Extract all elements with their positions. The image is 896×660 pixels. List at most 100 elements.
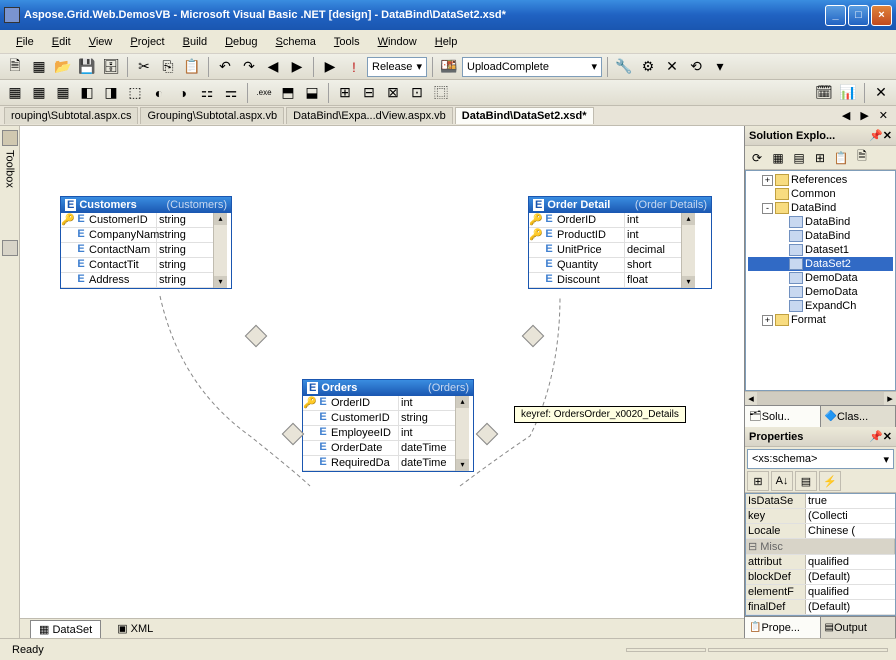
new-project-button[interactable]: 🗎 <box>4 56 26 78</box>
schema-btn-1[interactable]: ▦ <box>4 82 26 104</box>
designer-tab-xml[interactable]: ▣ XML <box>109 620 161 637</box>
schema-btn-16[interactable]: ⊡ <box>406 82 428 104</box>
field-row[interactable]: EOrderDatedateTime <box>303 441 455 456</box>
entity-customers-scrollbar[interactable]: ▴▾ <box>213 213 227 288</box>
tab-next-button[interactable]: ▶ <box>856 109 872 122</box>
prop-alpha-button[interactable]: A↓ <box>771 471 793 491</box>
menu-edit[interactable]: Edit <box>44 34 79 50</box>
menu-file[interactable]: File <box>8 34 42 50</box>
schema-btn-5[interactable]: ◨ <box>100 82 122 104</box>
schema-btn-7[interactable]: ◐ <box>148 82 170 104</box>
solution-tab-class[interactable]: 🔷 Clas... <box>821 406 896 427</box>
schema-btn-17[interactable]: ⿴ <box>430 82 452 104</box>
entity-customers-header[interactable]: E Customers (Customers) <box>61 197 231 213</box>
schema-btn-8[interactable]: ◑ <box>172 82 194 104</box>
start-button[interactable]: ▶ <box>319 56 341 78</box>
relation-diamond-2[interactable] <box>522 325 545 348</box>
solution-tab-solu[interactable]: 🗂 Solu.. <box>745 406 821 427</box>
tree-node[interactable]: DemoData <box>748 285 893 299</box>
tab-prev-button[interactable]: ◀ <box>838 109 854 122</box>
entity-order-details-header[interactable]: E Order Detail (Order Details) <box>529 197 711 213</box>
entity-orders-scrollbar[interactable]: ▴▾ <box>455 396 469 471</box>
field-row[interactable]: EUnitPricedecimal <box>529 243 681 258</box>
relation-node-right[interactable] <box>476 423 499 446</box>
properties-tab-prope[interactable]: 📋 Prope... <box>745 617 821 638</box>
pin-icon[interactable]: 📌 <box>869 129 883 142</box>
properties-grid[interactable]: IsDataSetruekey(CollectiLocaleChinese (⊟… <box>745 493 896 616</box>
prop-pages-button[interactable]: ▤ <box>795 471 817 491</box>
maximize-button[interactable]: □ <box>848 5 869 26</box>
tree-node[interactable]: DataBind <box>748 215 893 229</box>
tree-node[interactable]: Common <box>748 187 893 201</box>
tree-node[interactable]: -DataBind <box>748 201 893 215</box>
property-row[interactable]: LocaleChinese ( <box>746 524 895 539</box>
solution-tree[interactable]: +ReferencesCommon-DataBindDataBindDataBi… <box>745 170 896 391</box>
schema-btn-9[interactable]: ⚏ <box>196 82 218 104</box>
solution-hscroll[interactable]: ◂▸ <box>745 391 896 405</box>
panel-close-icon[interactable]: ✕ <box>883 129 892 142</box>
menu-tools[interactable]: Tools <box>326 34 368 50</box>
expand-icon[interactable]: + <box>762 175 773 186</box>
tool-e-button[interactable]: ▾ <box>709 56 731 78</box>
save-all-button[interactable]: 🗄 <box>100 56 122 78</box>
schema-btn-3[interactable]: ▦ <box>52 82 74 104</box>
field-row[interactable]: 🔑EOrderIDint <box>529 213 681 228</box>
property-row[interactable]: attributqualified <box>746 555 895 570</box>
property-value[interactable]: Chinese ( <box>806 524 895 538</box>
field-row[interactable]: ERequiredDadateTime <box>303 456 455 471</box>
tree-node[interactable]: DataBind <box>748 229 893 243</box>
menu-view[interactable]: View <box>81 34 121 50</box>
field-row[interactable]: 🔑EOrderIDint <box>303 396 455 411</box>
menu-build[interactable]: Build <box>175 34 215 50</box>
property-row[interactable]: ⊟ Misc <box>746 539 895 555</box>
sol-btn-6[interactable]: 🗎 <box>852 148 872 168</box>
close-button[interactable]: × <box>871 5 892 26</box>
tool-b-button[interactable]: ⚙ <box>637 56 659 78</box>
sol-btn-4[interactable]: ⊞ <box>810 148 830 168</box>
field-row[interactable]: EEmployeeIDint <box>303 426 455 441</box>
schema-btn-r2[interactable]: 📊 <box>837 82 859 104</box>
menu-project[interactable]: Project <box>122 34 172 50</box>
properties-tab-output[interactable]: ▤ Output <box>821 617 896 638</box>
panel-close-icon[interactable]: ✕ <box>883 430 892 443</box>
menu-debug[interactable]: Debug <box>217 34 265 50</box>
field-row[interactable]: EContactNamstring <box>61 243 213 258</box>
add-item-button[interactable]: ▦ <box>28 56 50 78</box>
undo-button[interactable]: ↶ <box>214 56 236 78</box>
field-row[interactable]: EDiscountfloat <box>529 273 681 288</box>
schema-btn-11[interactable]: ⬒ <box>277 82 299 104</box>
relation-node-left[interactable] <box>282 423 305 446</box>
prop-categorized-button[interactable]: ⊞ <box>747 471 769 491</box>
property-value[interactable]: qualified <box>806 555 895 569</box>
menu-schema[interactable]: Schema <box>268 34 324 50</box>
field-row[interactable]: EQuantityshort <box>529 258 681 273</box>
tab-0[interactable]: rouping\Subtotal.aspx.cs <box>4 107 138 124</box>
toolbox-panel[interactable]: Toolbox <box>0 126 20 638</box>
expand-icon[interactable]: + <box>762 315 773 326</box>
copy-button[interactable]: ⎘ <box>157 56 179 78</box>
paste-button[interactable]: 📋 <box>181 56 203 78</box>
minimize-button[interactable]: _ <box>825 5 846 26</box>
schema-btn-12[interactable]: ⬓ <box>301 82 323 104</box>
tree-node[interactable]: +Format <box>748 313 893 327</box>
tab-2[interactable]: DataBind\Expa...dView.aspx.vb <box>286 107 453 124</box>
field-row[interactable]: 🔑EProductIDint <box>529 228 681 243</box>
cut-button[interactable]: ✂ <box>133 56 155 78</box>
config-combo[interactable]: Release▾ <box>367 57 427 77</box>
property-row[interactable]: IsDataSetrue <box>746 494 895 509</box>
tree-node[interactable]: +References <box>748 173 893 187</box>
entity-orders-header[interactable]: E Orders (Orders) <box>303 380 473 396</box>
schema-btn-6[interactable]: ⬚ <box>124 82 146 104</box>
platform-combo[interactable]: UploadComplete▾ <box>462 57 602 77</box>
side-server-explorer-icon[interactable] <box>2 240 18 256</box>
property-value[interactable]: qualified <box>806 585 895 599</box>
schema-btn-r3[interactable]: ✕ <box>870 82 892 104</box>
tab-3[interactable]: DataBind\DataSet2.xsd* <box>455 107 594 124</box>
entity-customers[interactable]: E Customers (Customers) 🔑ECustomerIDstri… <box>60 196 232 289</box>
property-value[interactable]: true <box>806 494 895 508</box>
schema-btn-13[interactable]: ⊞ <box>334 82 356 104</box>
schema-designer[interactable]: E Customers (Customers) 🔑ECustomerIDstri… <box>20 126 744 638</box>
entity-order-details[interactable]: E Order Detail (Order Details) 🔑EOrderID… <box>528 196 712 289</box>
field-row[interactable]: ECustomerIDstring <box>303 411 455 426</box>
tree-node[interactable]: DemoData <box>748 271 893 285</box>
